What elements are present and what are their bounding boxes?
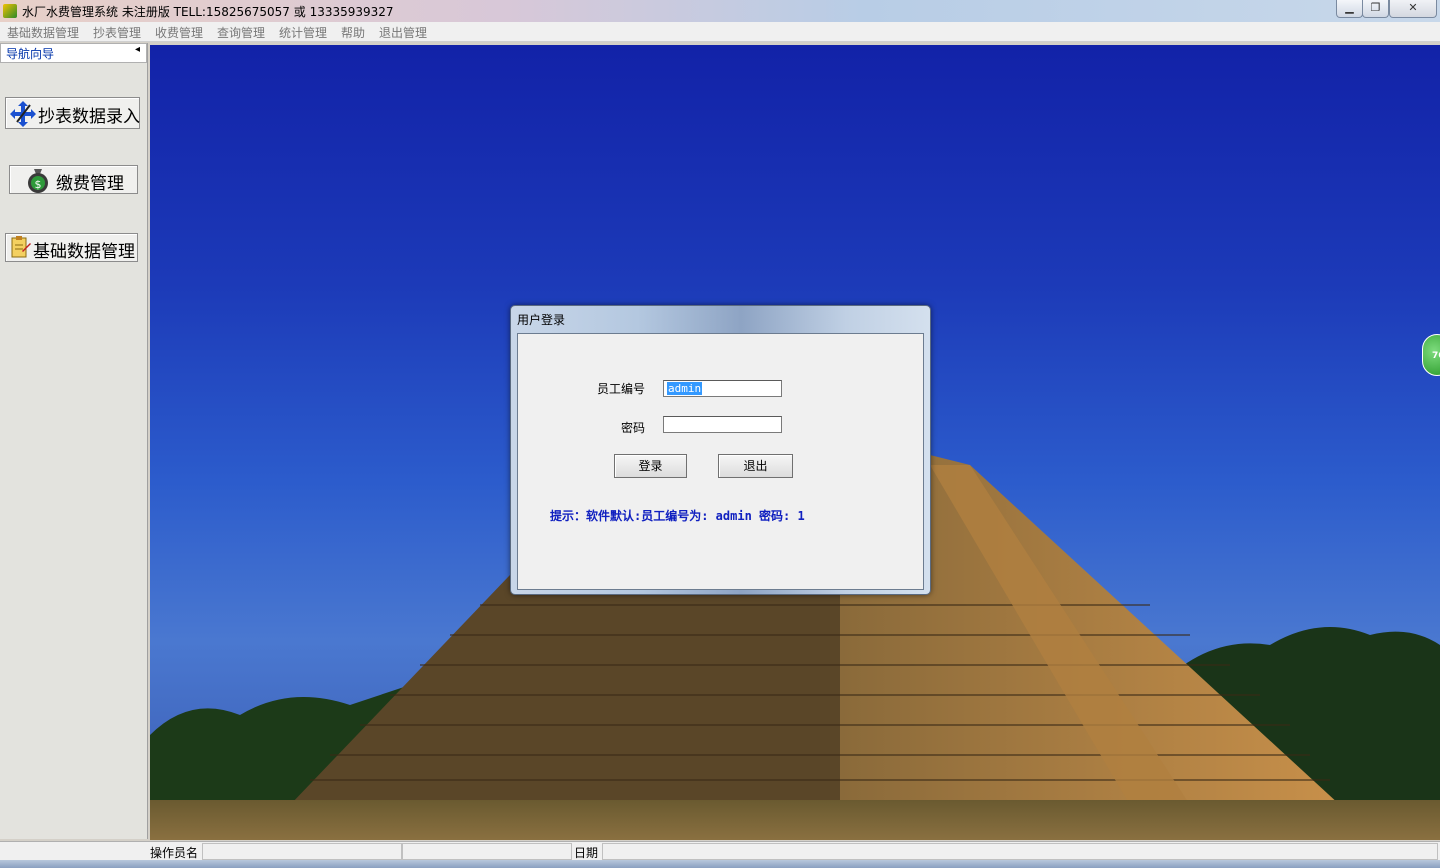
default-credentials-hint: 提示：软件默认:员工编号为: admin 密码: 1	[550, 509, 805, 523]
date-field	[602, 843, 1438, 860]
menu-exit[interactable]: 退出管理	[379, 24, 427, 41]
menu-help[interactable]: 帮助	[341, 24, 365, 41]
nav-button-payment[interactable]: $ 缴费管理	[9, 165, 138, 194]
menu-bar: 基础数据管理 抄表管理 收费管理 查询管理 统计管理 帮助 退出管理	[0, 22, 1440, 42]
employee-id-value: admin	[667, 382, 703, 395]
employee-id-label: 员工编号	[597, 382, 646, 396]
operator-field	[202, 843, 402, 860]
close-button[interactable]: ✕	[1389, 0, 1437, 18]
nav-button-label: 抄表数据录入	[38, 107, 140, 127]
nav-button-label: 基础数据管理	[33, 242, 135, 262]
nav-panel: 导航向导 ◂ 抄表数据录入 $ 缴费管理 基础数据管理	[0, 43, 148, 839]
taskbar	[0, 860, 1440, 868]
svg-text:$: $	[35, 178, 42, 191]
clipboard-icon	[8, 235, 32, 264]
menu-query[interactable]: 查询管理	[217, 24, 265, 41]
app-icon	[3, 4, 17, 18]
status-panel	[402, 843, 572, 860]
employee-id-input[interactable]: admin	[663, 380, 782, 397]
operator-label: 操作员名	[150, 846, 199, 860]
menu-basic-data[interactable]: 基础数据管理	[7, 24, 79, 41]
side-float-badge[interactable]: 76	[1422, 334, 1440, 376]
window-title: 水厂水费管理系统 未注册版 TELL:15825675057 或 1333593…	[22, 5, 394, 19]
menu-statistics[interactable]: 统计管理	[279, 24, 327, 41]
dialog-title: 用户登录	[517, 313, 566, 327]
meter-entry-icon	[8, 100, 38, 133]
collapse-icon[interactable]: ◂	[135, 44, 140, 55]
exit-button[interactable]: 退出	[718, 454, 793, 478]
login-button[interactable]: 登录	[614, 454, 687, 478]
password-input[interactable]	[663, 416, 782, 433]
minimize-button[interactable]: ▁	[1336, 0, 1363, 18]
menu-billing[interactable]: 收费管理	[155, 24, 203, 41]
status-bar: 操作员名 日期	[0, 841, 1440, 861]
dialog-body: 员工编号 admin 密码 登录 退出 提示：软件默认:员工编号为: admin…	[517, 333, 924, 590]
menu-meter-reading[interactable]: 抄表管理	[93, 24, 141, 41]
money-bag-icon: $	[24, 166, 52, 199]
date-label: 日期	[574, 846, 599, 860]
restore-button[interactable]: ❐	[1362, 0, 1389, 18]
nav-header-title: 导航向导	[6, 47, 55, 61]
login-dialog: 用户登录 员工编号 admin 密码 登录 退出 提示：软件默认:员工编号为: …	[510, 305, 931, 595]
nav-header: 导航向导 ◂	[0, 43, 147, 63]
password-label: 密码	[621, 421, 646, 435]
nav-button-meter-entry[interactable]: 抄表数据录入	[5, 97, 140, 129]
nav-button-basic-data[interactable]: 基础数据管理	[5, 233, 138, 262]
title-bar: 水厂水费管理系统 未注册版 TELL:15825675057 或 1333593…	[0, 0, 1440, 22]
nav-button-label: 缴费管理	[56, 174, 124, 194]
